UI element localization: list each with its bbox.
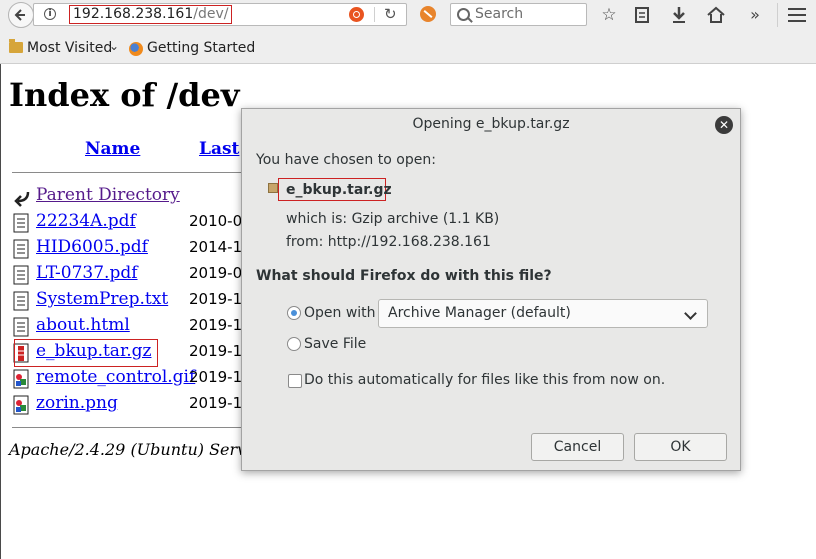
file-link[interactable]: about.html bbox=[36, 315, 130, 335]
bookmark-most-visited[interactable]: Most Visited bbox=[27, 40, 112, 56]
list-item: remote_control.gif 2019-1 bbox=[12, 367, 244, 391]
list-item: Parent Directory bbox=[12, 185, 244, 209]
firefox-icon bbox=[129, 42, 143, 56]
footer-rule bbox=[12, 427, 244, 428]
overflow-chevron-icon[interactable]: » bbox=[744, 4, 766, 26]
text-file-icon bbox=[13, 291, 29, 311]
file-type-info: which is: Gzip archive (1.1 KB) bbox=[286, 211, 500, 227]
file-link[interactable]: LT-0737.pdf bbox=[36, 263, 138, 283]
file-date: 2019-1 bbox=[189, 316, 243, 334]
package-icon bbox=[268, 183, 278, 193]
file-date: 2019-0 bbox=[189, 264, 243, 282]
list-item: HID6005.pdf 2014-1 bbox=[12, 237, 244, 261]
open-with-app-select[interactable]: Archive Manager (default) bbox=[378, 299, 708, 328]
text-file-icon bbox=[13, 265, 29, 285]
browser-toolbar: i 192.168.238.161/dev/ ↻ Search ☆ » bbox=[0, 0, 816, 30]
list-item: SystemPrep.txt 2019-1 bbox=[12, 289, 244, 313]
download-dialog: Opening e_bkup.tar.gz ✕ You have chosen … bbox=[241, 108, 741, 471]
file-date: 2019-1 bbox=[189, 394, 243, 412]
back-arrow-icon bbox=[14, 9, 25, 21]
cancel-button[interactable]: Cancel bbox=[531, 433, 624, 461]
chevron-down-icon bbox=[684, 307, 697, 320]
toolbar-divider bbox=[777, 3, 778, 27]
file-date: 2019-1 bbox=[189, 368, 243, 386]
file-link[interactable]: SystemPrep.txt bbox=[36, 289, 168, 309]
file-source-info: from: http://192.168.238.161 bbox=[286, 234, 491, 250]
urlbar-divider bbox=[374, 7, 375, 22]
bookmark-getting-started[interactable]: Getting Started bbox=[147, 40, 255, 56]
list-item: about.html 2019-1 bbox=[12, 315, 244, 339]
ubuntu-icon[interactable] bbox=[349, 7, 364, 22]
file-date: 2010-0 bbox=[189, 212, 243, 230]
page-title: Index of /dev bbox=[9, 76, 240, 114]
reload-icon[interactable]: ↻ bbox=[384, 5, 397, 23]
open-with-label[interactable]: Open with bbox=[304, 305, 376, 321]
column-header-name[interactable]: Name bbox=[85, 139, 140, 159]
search-icon bbox=[457, 8, 470, 21]
file-link[interactable]: zorin.png bbox=[36, 393, 118, 413]
back-arrow-icon bbox=[14, 191, 30, 207]
open-with-radio[interactable] bbox=[287, 306, 301, 320]
dialog-question: What should Firefox do with this file? bbox=[256, 268, 552, 284]
file-link[interactable]: HID6005.pdf bbox=[36, 237, 148, 257]
dialog-title: Opening e_bkup.tar.gz bbox=[412, 116, 570, 132]
url-host: 192.168.238.161 bbox=[73, 6, 194, 22]
file-date: 2019-1 bbox=[189, 342, 243, 360]
window-edge bbox=[0, 64, 1, 559]
file-date: 2019-1 bbox=[189, 290, 243, 308]
ok-button[interactable]: OK bbox=[634, 433, 727, 461]
search-input[interactable]: Search bbox=[450, 3, 587, 26]
text-file-icon bbox=[13, 317, 29, 337]
url-bar[interactable]: i 192.168.238.161/dev/ ↻ bbox=[33, 3, 407, 26]
image-file-icon bbox=[13, 369, 29, 389]
save-file-radio[interactable] bbox=[287, 337, 301, 351]
column-header-last-modified[interactable]: Last bbox=[199, 139, 239, 159]
info-icon[interactable]: i bbox=[44, 8, 56, 20]
dialog-file-name: e_bkup.tar.gz bbox=[286, 182, 392, 198]
download-icon[interactable] bbox=[668, 4, 690, 26]
text-file-icon bbox=[13, 213, 29, 233]
bookmarks-toolbar: Most Visited ⌄ Getting Started bbox=[0, 36, 816, 64]
annotation-highlight-box bbox=[14, 339, 158, 367]
hamburger-menu-icon[interactable] bbox=[788, 8, 806, 22]
server-signature: Apache/2.4.29 (Ubuntu) Serv bbox=[9, 440, 247, 459]
url-path: /dev/ bbox=[193, 6, 229, 22]
file-date: 2014-1 bbox=[189, 238, 243, 256]
chevron-down-icon[interactable]: ⌄ bbox=[109, 39, 119, 53]
url-text[interactable]: 192.168.238.161/dev/ bbox=[69, 5, 233, 24]
auto-action-checkbox[interactable] bbox=[288, 374, 302, 388]
home-icon[interactable] bbox=[705, 4, 727, 26]
auto-action-label[interactable]: Do this automatically for files like thi… bbox=[304, 372, 665, 388]
save-file-label[interactable]: Save File bbox=[304, 336, 366, 352]
file-link-parent-directory[interactable]: Parent Directory bbox=[36, 185, 180, 205]
file-link[interactable]: 22234A.pdf bbox=[36, 211, 136, 231]
search-placeholder: Search bbox=[475, 6, 524, 22]
tracking-block-icon[interactable] bbox=[420, 6, 436, 22]
list-item: zorin.png 2019-1 bbox=[12, 393, 244, 417]
close-icon[interactable]: ✕ bbox=[715, 116, 733, 134]
open-with-app-value: Archive Manager (default) bbox=[388, 305, 571, 321]
back-button[interactable] bbox=[8, 2, 34, 28]
image-file-icon bbox=[13, 395, 29, 415]
list-item: LT-0737.pdf 2019-0 bbox=[12, 263, 244, 287]
file-link[interactable]: remote_control.gif bbox=[36, 367, 195, 387]
chosen-to-open-label: You have chosen to open: bbox=[256, 152, 436, 168]
list-item: 22234A.pdf 2010-0 bbox=[12, 211, 244, 235]
bookmark-star-icon[interactable]: ☆ bbox=[598, 4, 620, 26]
header-rule bbox=[12, 172, 244, 173]
reading-list-icon[interactable] bbox=[631, 4, 653, 26]
text-file-icon bbox=[13, 239, 29, 259]
folder-icon bbox=[9, 39, 23, 53]
